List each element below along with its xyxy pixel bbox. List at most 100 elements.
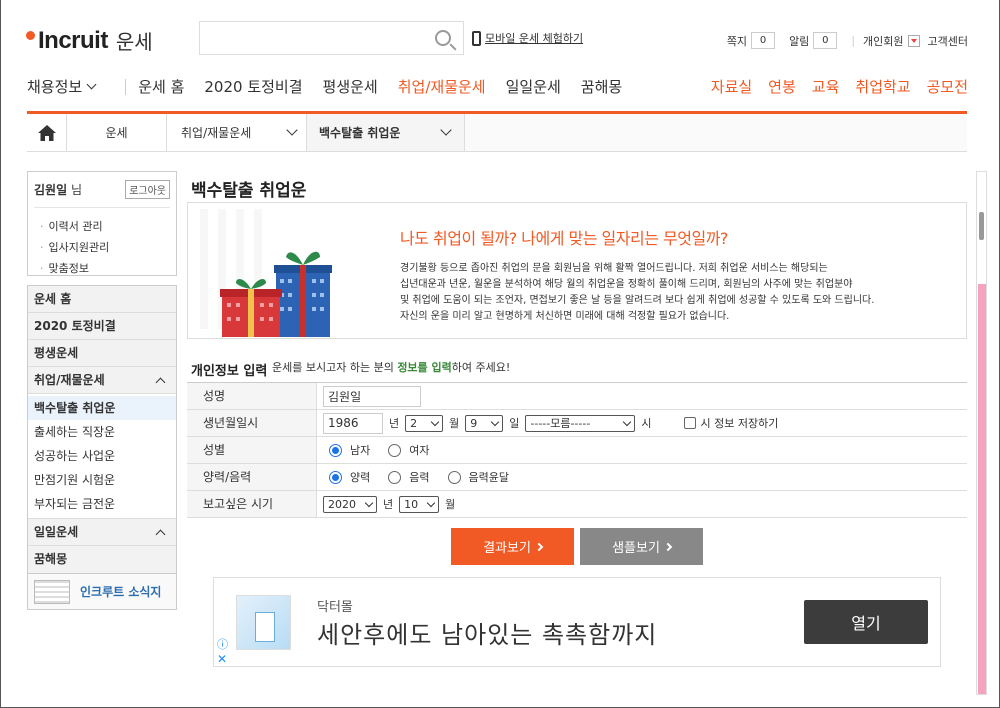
form-row-birth: 생년월일시 1986 년 2 월 9 일 -----모름----- 시 시 정보…: [187, 410, 967, 437]
sidebar-subitem-business[interactable]: 성공하는 사업운: [28, 444, 176, 468]
calendar-solar-label[interactable]: 양력: [350, 469, 370, 485]
sidebar-link-resume[interactable]: 이력서 관리: [34, 216, 170, 237]
calendar-solar-radio[interactable]: [329, 470, 342, 484]
breadcrumb-level2[interactable]: 취업/재물운세: [167, 114, 307, 151]
gender-female-radio[interactable]: [388, 443, 402, 457]
sidebar-item-label: 취업/재물운세: [34, 372, 105, 387]
sidebar-item-job[interactable]: 취업/재물운세: [28, 367, 176, 394]
birth-hour-select[interactable]: -----모름-----: [525, 414, 636, 432]
form-subtitle: 운세를 보시고자 하는 분의 정보를 입력하여 주세요!: [272, 359, 510, 375]
chevron-right-icon: [534, 542, 544, 551]
name-input[interactable]: 김원일: [323, 385, 421, 407]
gender-female-label[interactable]: 여자: [409, 442, 429, 458]
search-input[interactable]: [199, 21, 464, 55]
chevron-up-icon: [155, 377, 166, 387]
sidebar-link-custom-info[interactable]: 맞춤정보: [34, 258, 170, 279]
breadcrumb-level3[interactable]: 백수탈출 취업운: [307, 114, 465, 151]
logo-brand: Incruit: [38, 26, 108, 54]
member-dropdown-icon[interactable]: [907, 34, 920, 47]
calendar-lunar-label[interactable]: 음력: [409, 469, 429, 485]
newsletter-label: 인크루트 소식지: [80, 585, 162, 599]
nav-item-salary[interactable]: 연봉: [768, 76, 796, 97]
sidebar-item-tojung[interactable]: 2020 토정비결: [28, 313, 176, 340]
sample-button-label: 샘플보기: [612, 541, 660, 556]
breadcrumb-home[interactable]: [27, 114, 67, 151]
sidebar-subitem-career[interactable]: 출세하는 직장운: [28, 420, 176, 444]
result-button[interactable]: 결과보기: [451, 528, 574, 565]
sidebar-item-lifetime[interactable]: 평생운세: [28, 340, 176, 367]
result-button-label: 결과보기: [483, 541, 531, 556]
gender-male-label[interactable]: 남자: [350, 442, 370, 458]
sidebar-item-home[interactable]: 운세 홈: [28, 286, 176, 313]
alert-count[interactable]: 0: [813, 32, 838, 49]
user-name: 김원일: [34, 183, 68, 197]
period-month-unit: 월: [445, 498, 456, 511]
scroll-handle[interactable]: [979, 212, 984, 240]
sidebar-item-daily[interactable]: 일일운세: [28, 519, 176, 546]
birth-year-input[interactable]: 1986: [323, 412, 383, 434]
util-bar: 쪽지 0 알림 0 | 개인회원 고객센터: [727, 32, 968, 49]
sidebar-item-label: 평생운세: [34, 345, 79, 360]
nav-item-lifetime[interactable]: 평생운세: [323, 76, 378, 97]
birth-day-select[interactable]: 9: [465, 414, 504, 432]
birth-hour-value: -----모름-----: [530, 417, 591, 430]
breadcrumb-level1-label: 운세: [105, 126, 128, 140]
nav-item-education[interactable]: 교육: [812, 76, 840, 97]
calendar-leap-radio[interactable]: [447, 470, 461, 484]
chevron-right-icon: [663, 542, 673, 551]
sidebar-subitem-money[interactable]: 부자되는 금전운: [28, 492, 176, 516]
nav-item-jobs[interactable]: 채용정보: [27, 76, 105, 97]
user-header: 김원일 님 로그아웃: [34, 180, 170, 208]
form-subtitle-pre: 운세를 보시고자 하는 분의: [272, 361, 398, 374]
breadcrumb-level1[interactable]: 운세: [67, 114, 167, 151]
message-count[interactable]: 0: [751, 32, 776, 49]
calendar-leap-label[interactable]: 음력윤달: [469, 469, 509, 485]
save-time-label[interactable]: 시 정보 저장하기: [701, 415, 779, 431]
form-row-name: 성명 김원일: [187, 383, 967, 410]
intro-line: 및 취업에 도움이 되는 조언자, 면접보기 좋은 날 등을 알려드려 보다 쉽…: [400, 295, 875, 306]
ad-banner[interactable]: 닥터몰 세안후에도 남아있는 촉촉함까지 열기 ⓘ ✕: [213, 577, 941, 667]
calendar-lunar-radio[interactable]: [388, 470, 402, 484]
save-time-checkbox[interactable]: [683, 417, 696, 429]
ad-info-icon[interactable]: ⓘ: [217, 636, 228, 652]
logo[interactable]: Incruit 운세: [26, 26, 153, 55]
sidebar-subitem-exam[interactable]: 만점기원 시험운: [28, 468, 176, 492]
nav-item-resources[interactable]: 자료실: [711, 76, 752, 97]
nav-divider: [125, 79, 127, 95]
sidebar-item-dream[interactable]: 꿈해몽: [28, 546, 176, 573]
gender-cell: 남자 여자: [317, 437, 967, 463]
nav-item-school[interactable]: 취업학교: [855, 76, 910, 97]
mobile-fortune-link[interactable]: 모바일 운세 체험하기: [472, 30, 583, 46]
period-month-value: 10: [404, 497, 419, 511]
newsletter-banner[interactable]: 인크루트 소식지: [27, 574, 177, 610]
right-side-banner[interactable]: [976, 171, 987, 695]
ad-open-button[interactable]: 열기: [804, 600, 928, 644]
user-suffix: 님: [70, 183, 82, 197]
alert-label[interactable]: 알림: [789, 33, 809, 49]
sidebar-item-label: 꿈해몽: [34, 552, 68, 566]
logout-button[interactable]: 로그아웃: [125, 180, 170, 199]
sidebar-link-applications[interactable]: 입사지원관리: [34, 237, 170, 258]
sample-button[interactable]: 샘플보기: [580, 528, 703, 565]
form-row-gender: 성별 남자 여자: [187, 437, 967, 464]
ad-close-icon[interactable]: ✕: [217, 652, 227, 666]
nav-item-dream[interactable]: 꿈해몽: [581, 76, 622, 97]
period-label: 보고싶은 시기: [187, 491, 317, 517]
message-label[interactable]: 쪽지: [727, 33, 747, 49]
sidebar-subitem-employment[interactable]: 백수탈출 취업운: [28, 396, 176, 420]
nav-item-job-wealth[interactable]: 취업/재물운세: [398, 76, 486, 97]
ad-copy: 세안후에도 남아있는 촉촉함까지: [317, 621, 658, 649]
nav-item-tojung[interactable]: 2020 토정비결: [204, 76, 302, 97]
gender-male-radio[interactable]: [329, 443, 342, 457]
birth-month-select[interactable]: 2: [405, 414, 444, 432]
day-unit: 일: [509, 417, 520, 430]
nav-item-fortune-home[interactable]: 운세 홈: [138, 76, 184, 97]
nav-item-daily[interactable]: 일일운세: [506, 76, 561, 97]
period-year-select[interactable]: 2020: [323, 495, 377, 513]
search-icon[interactable]: [435, 30, 451, 46]
period-month-select[interactable]: 10: [399, 495, 440, 513]
member-label[interactable]: 개인회원: [863, 33, 903, 49]
home-icon: [37, 124, 56, 141]
nav-item-contest[interactable]: 공모전: [927, 76, 968, 97]
support-link[interactable]: 고객센터: [928, 33, 968, 49]
